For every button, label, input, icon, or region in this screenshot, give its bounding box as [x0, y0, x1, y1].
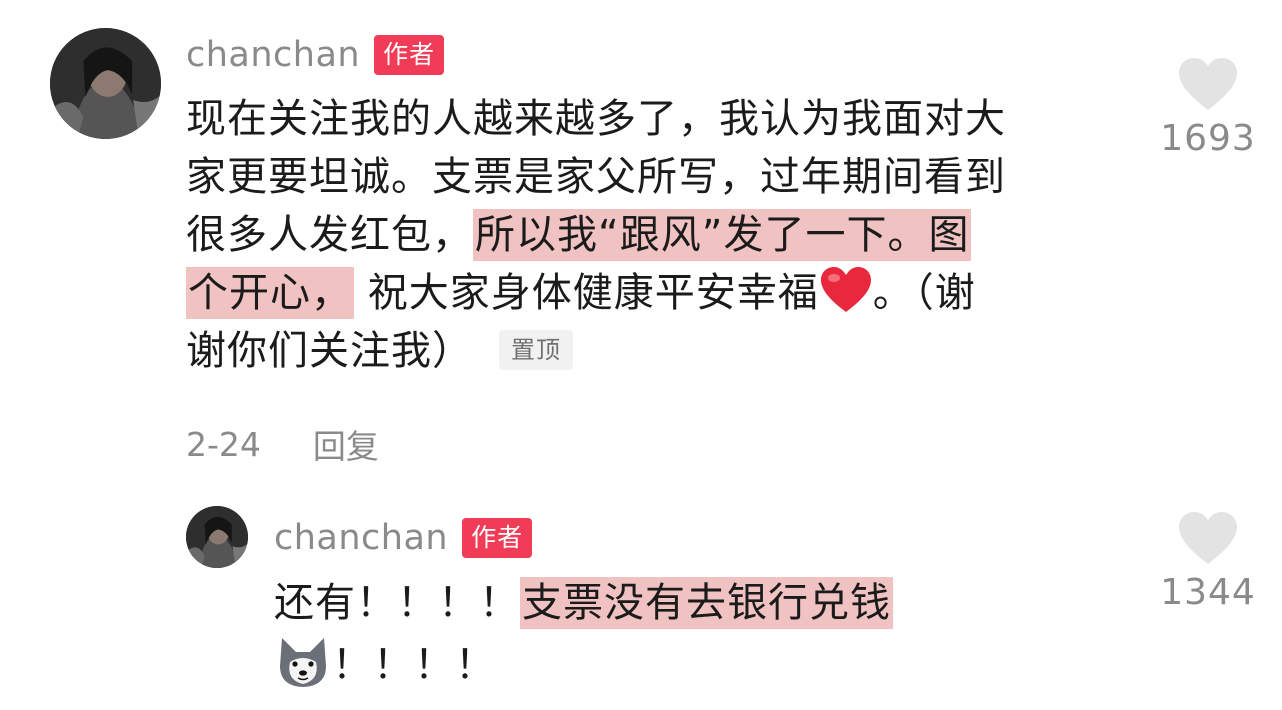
comment-body: 现在关注我的人越来越多了，我认为我面对大 家更要坦诚。支票是家父所写，过年期间看…	[186, 90, 1146, 380]
comment-date: 2-24	[186, 424, 261, 464]
comment-line: 谢你们关注我） 置顶	[186, 322, 1146, 380]
like-count: 1344	[1160, 572, 1256, 613]
author-badge: 作者	[374, 35, 445, 75]
heart-outline-icon[interactable]	[1177, 510, 1239, 566]
like-control: 1693	[1148, 56, 1268, 159]
comment-line: 家更要坦诚。支票是家父所写，过年期间看到	[186, 154, 1006, 200]
avatar[interactable]	[186, 506, 248, 568]
comment-line: 个开心， 祝大家身体健康平安幸福 。（谢	[186, 264, 1146, 322]
reply-body: 还有！！！！支票没有去银行兑钱 ！！！！	[274, 574, 1054, 690]
comment-thread: chanchan 作者 现在关注我的人越来越多了，我认为我面对大 家更要坦诚。支…	[0, 0, 1282, 710]
comment-author-row: chanchan 作者	[186, 32, 445, 78]
highlighted-text: 所以我“跟风”发了一下。图	[473, 209, 972, 261]
red-heart-emoji-icon	[820, 267, 871, 312]
reply-author-row: chanchan 作者	[274, 515, 533, 561]
reply-button[interactable]: 回复	[313, 420, 379, 468]
like-count: 1693	[1160, 118, 1256, 159]
heart-outline-icon[interactable]	[1177, 56, 1239, 112]
like-control: 1344	[1148, 510, 1268, 613]
highlighted-text: 支票没有去银行兑钱	[520, 577, 893, 629]
comment-line: 很多人发红包，所以我“跟风”发了一下。图	[186, 206, 1146, 264]
username[interactable]: chanchan	[186, 35, 360, 75]
comment-meta: 2-24 回复	[186, 420, 379, 468]
avatar-photo-icon	[186, 506, 248, 568]
avatar[interactable]	[50, 28, 161, 139]
husky-dog-emoji-icon	[280, 638, 326, 687]
reply-line: 还有！！！！支票没有去银行兑钱	[274, 574, 1054, 632]
username[interactable]: chanchan	[274, 518, 448, 558]
author-badge: 作者	[462, 518, 533, 558]
avatar-photo-icon	[50, 28, 161, 139]
highlighted-text: 个开心，	[186, 267, 354, 319]
reply-line: ！！！！	[274, 632, 1054, 690]
comment-line: 现在关注我的人越来越多了，我认为我面对大	[186, 96, 1006, 142]
pinned-badge: 置顶	[499, 330, 573, 370]
